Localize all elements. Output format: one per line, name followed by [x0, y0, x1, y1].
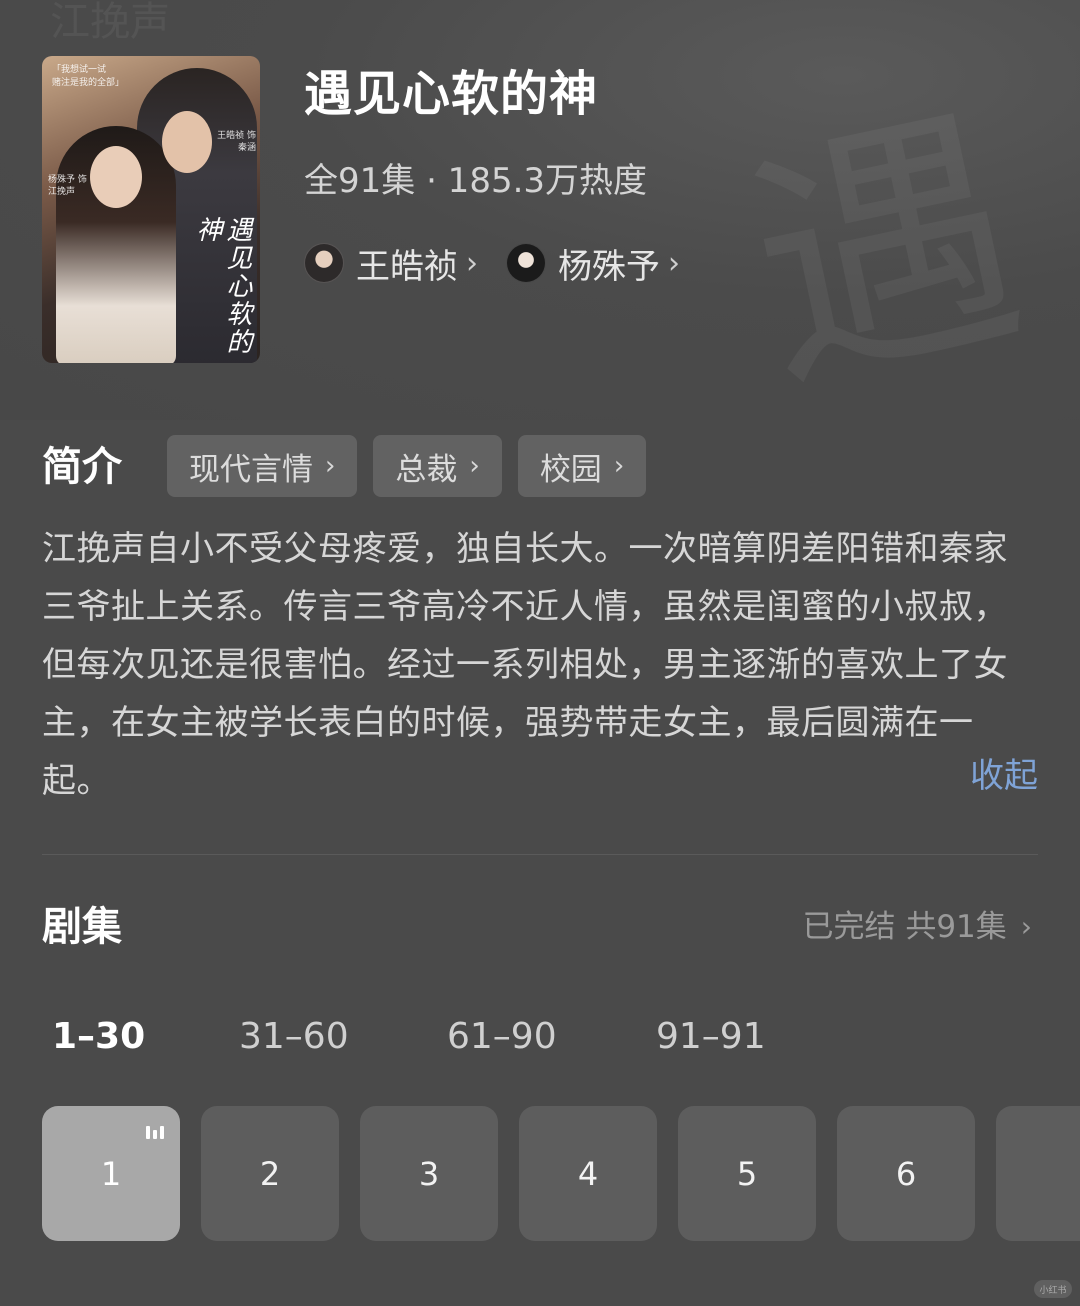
episode-number: 5 [736, 1154, 758, 1193]
episode-button-4[interactable]: 4 [519, 1106, 657, 1241]
chevron-right-icon: › [1020, 910, 1032, 943]
avatar [506, 243, 546, 283]
episode-number: 6 [895, 1154, 917, 1193]
chevron-right-icon: › [613, 451, 625, 481]
poster-title-calligraphy: 遇见心软的神 [192, 216, 252, 356]
cast-list: 王皓祯 › 杨殊予 › [304, 240, 680, 287]
episode-number: 4 [577, 1154, 599, 1193]
poster-face-female [90, 146, 142, 208]
now-playing-icon [146, 1126, 164, 1139]
cast-item-wang[interactable]: 王皓祯 › [304, 240, 478, 287]
episode-button-7[interactable]: 7 [996, 1106, 1080, 1241]
cast-name: 杨殊予 [558, 246, 660, 287]
synopsis-text: 江挽声自小不受父母疼爱，独自长大。一次暗算阴差阳错和秦家三爷扯上关系。传言三爷高… [42, 529, 1008, 801]
episode-button-3[interactable]: 3 [360, 1106, 498, 1241]
episode-button-6[interactable]: 6 [837, 1106, 975, 1241]
poster-credit-left: 杨殊予 饰 江挽声 [48, 175, 87, 197]
watermark-logo: 小红书 [1034, 1280, 1072, 1298]
drama-meta: 全91集 · 185.3万热度 [304, 161, 648, 201]
tab-range-1-30[interactable]: 1–30 [52, 1012, 239, 1062]
intro-heading: 简介 [42, 444, 122, 490]
tab-range-91-91[interactable]: 91–91 [656, 1012, 776, 1062]
tab-range-61-90[interactable]: 61–90 [447, 1012, 656, 1062]
tag-label: 现代言情 [189, 451, 313, 488]
episode-number: 1 [100, 1154, 122, 1193]
collapse-button[interactable]: 收起 [970, 752, 1038, 800]
section-divider [42, 854, 1038, 855]
poster-tagline: 「我想试一试 赌注是我的全部」 [52, 65, 125, 88]
genre-tags: 现代言情 › 总裁 › 校园 › [167, 435, 647, 497]
cast-name: 王皓祯 [356, 246, 458, 287]
tag-campus[interactable]: 校园 › [517, 435, 647, 497]
background-ghost-text: 江挽声 [50, 0, 170, 45]
episode-button-1[interactable]: 1 [42, 1106, 180, 1241]
background-calligraphy: 遇 [726, 77, 1044, 420]
chevron-right-icon: › [325, 451, 336, 481]
chevron-right-icon: › [668, 245, 680, 281]
poster-credit-right: 王皓祯 饰 秦涵 [217, 131, 256, 153]
tag-label: 校园 [539, 451, 602, 488]
drama-poster[interactable]: 「我想试一试 赌注是我的全部」 杨殊予 饰 江挽声 王皓祯 饰 秦涵 遇见心软的… [42, 56, 260, 363]
chevron-right-icon: › [469, 451, 480, 481]
tag-modern-romance[interactable]: 现代言情 › [167, 435, 358, 497]
episode-button-5[interactable]: 5 [678, 1106, 816, 1241]
episode-range-tabs: 1–30 31–60 61–90 91–91 [52, 1012, 776, 1062]
episodes-status-text: 已完结 共91集 [802, 909, 1007, 945]
chevron-right-icon: › [466, 245, 478, 281]
tab-range-31-60[interactable]: 31–60 [239, 1012, 447, 1062]
avatar [304, 243, 344, 283]
episode-number: 3 [418, 1154, 440, 1193]
episodes-status-link[interactable]: 已完结 共91集 › [802, 906, 1032, 948]
cast-item-yang[interactable]: 杨殊予 › [506, 240, 680, 287]
tag-ceo[interactable]: 总裁 › [373, 435, 502, 497]
poster-face-male [162, 111, 212, 173]
episode-number: 2 [259, 1154, 281, 1193]
episode-grid: 1 2 3 4 5 6 7 [42, 1106, 1080, 1241]
tag-label: 总裁 [395, 451, 458, 488]
drama-title: 遇见心软的神 [304, 66, 599, 122]
episodes-heading: 剧集 [42, 904, 122, 950]
episode-button-2[interactable]: 2 [201, 1106, 339, 1241]
